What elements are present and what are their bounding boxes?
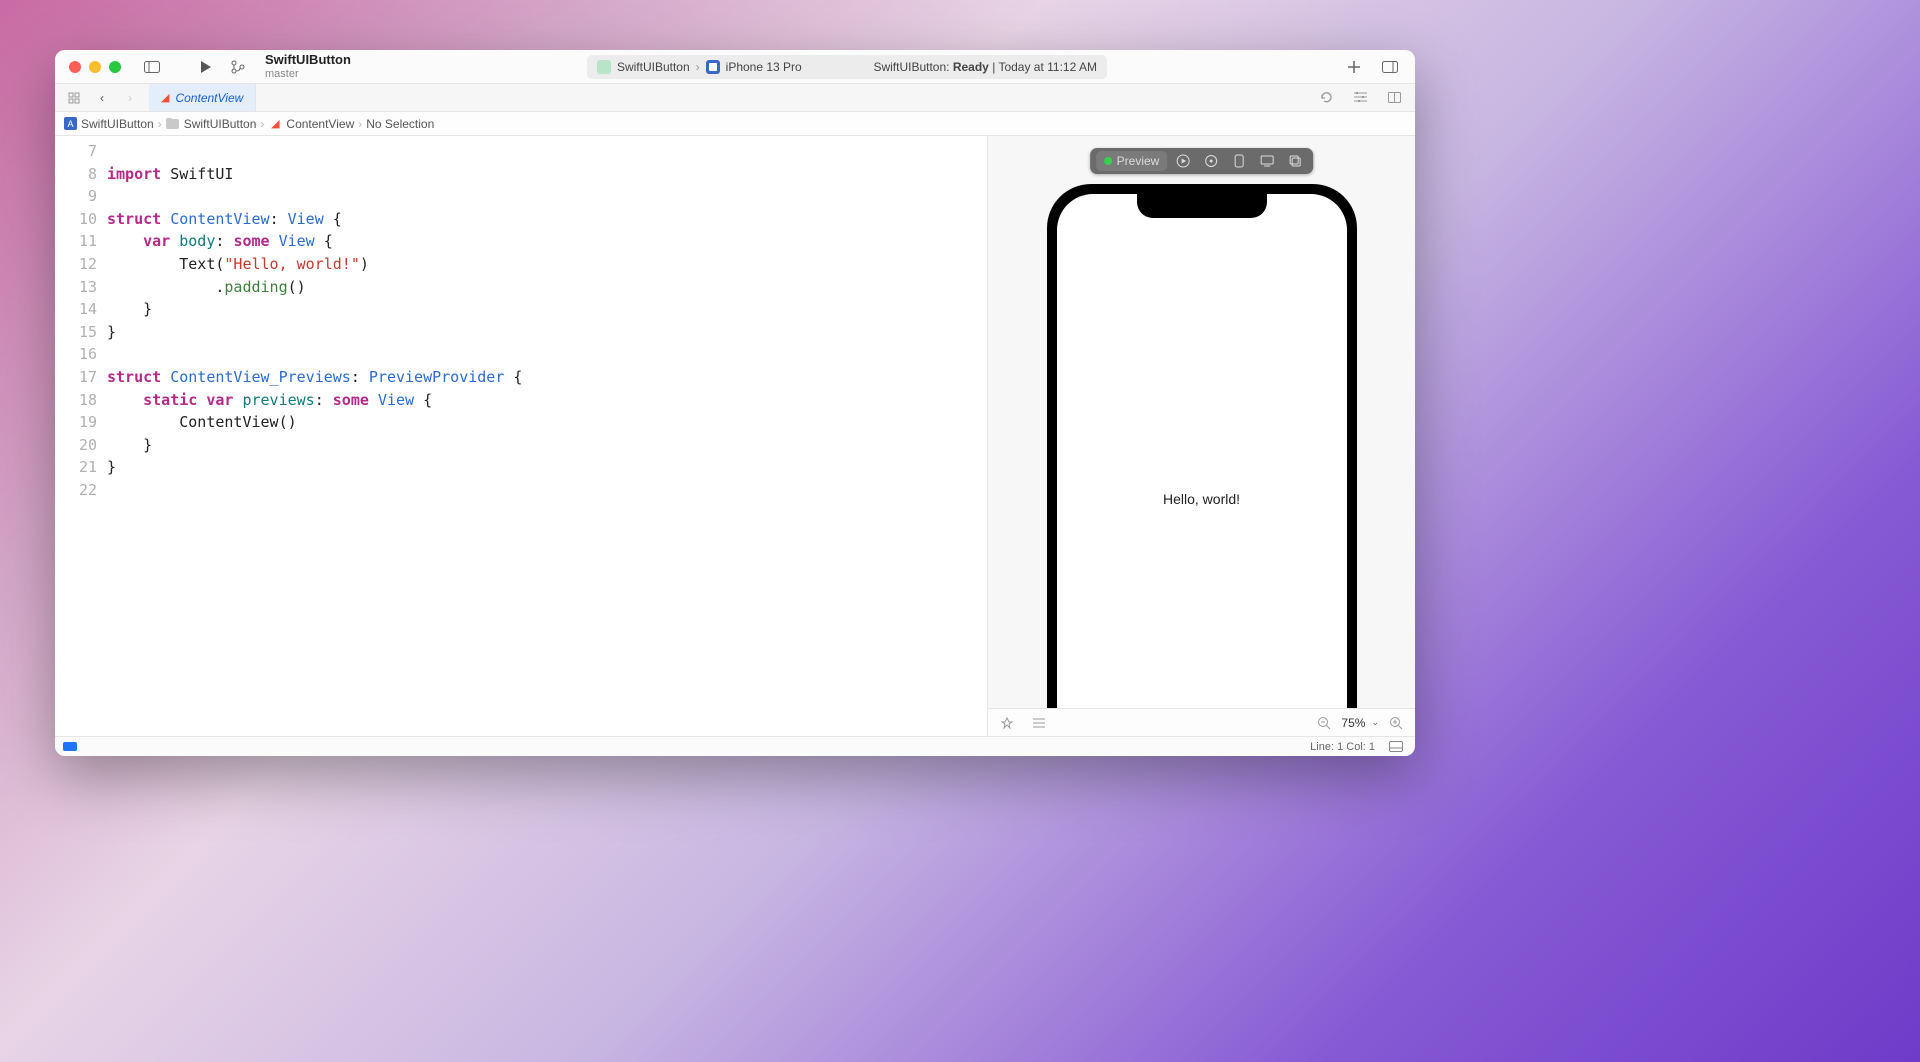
canvas-footer: 75% ⌄ [988,708,1415,736]
chevron-icon: › [358,117,362,131]
minimize-window-button[interactable] [89,61,101,73]
project-branch: master [265,68,351,80]
nav-forward-button[interactable]: › [119,87,141,109]
toggle-debug-area-button[interactable] [1385,736,1407,757]
live-preview-button[interactable] [1171,151,1195,171]
cursor-position: Line: 1 Col: 1 [1310,741,1375,753]
preview-settings-button[interactable] [1199,151,1223,171]
simulator-screen[interactable]: Hello, world! [1057,194,1347,708]
related-items-icon[interactable] [63,87,85,109]
preview-list-button[interactable] [1028,712,1050,734]
folder-icon [166,117,180,131]
close-window-button[interactable] [69,61,81,73]
breadcrumb-file: ContentView [286,117,354,131]
run-button[interactable] [195,56,217,78]
zoom-out-button[interactable] [1313,712,1335,734]
add-editor-icon[interactable] [1383,87,1405,109]
zoom-menu-chevron-icon[interactable]: ⌄ [1371,717,1379,728]
chevron-icon: › [158,117,162,131]
toggle-navigator-button[interactable] [141,56,163,78]
project-title: SwiftUIButton [265,53,351,67]
source-control-button[interactable] [227,56,249,78]
canvas-pane: Preview [987,136,1415,736]
breadcrumb-project: SwiftUIButton [81,117,154,131]
chevron-icon: › [260,117,264,131]
chevron-right-icon: › [696,60,700,74]
tab-contentview[interactable]: ◢ ContentView [149,84,256,111]
svg-text:A: A [67,119,73,129]
status-bar: Line: 1 Col: 1 [55,736,1415,756]
zoom-level[interactable]: 75% [1341,716,1365,730]
tab-label: ContentView [175,91,243,105]
refresh-icon[interactable] [1315,87,1337,109]
live-indicator-icon [1104,157,1112,165]
scheme-status-bar[interactable]: SwiftUIButton › iPhone 13 Pro SwiftUIBut… [587,55,1107,79]
code-area[interactable]: import SwiftUI struct ContentView: View … [107,136,987,736]
preview-toolbar: Preview [1090,148,1314,174]
duplicate-preview-button[interactable] [1283,151,1307,171]
source-editor[interactable]: 78910111213141516171819202122 import Swi… [55,136,987,736]
simulator-frame: Hello, world! [1047,184,1357,708]
zoom-in-button[interactable] [1385,712,1407,734]
tab-bar: ‹ › ◢ ContentView [55,84,1415,112]
main-split: 78910111213141516171819202122 import Swi… [55,136,1415,736]
scheme-target: SwiftUIButton [617,60,690,74]
preview-on-device-button[interactable] [1255,151,1279,171]
zoom-window-button[interactable] [109,61,121,73]
app-icon [597,60,611,74]
line-gutter: 78910111213141516171819202122 [55,136,107,736]
pin-preview-button[interactable] [996,712,1018,734]
debug-indicator-icon[interactable] [63,742,77,751]
titlebar: SwiftUIButton master SwiftUIButton › iPh… [55,50,1415,84]
adjust-editor-icon[interactable] [1349,87,1371,109]
build-status: SwiftUIButton: Ready | Today at 11:12 AM [873,60,1097,74]
traffic-lights [69,61,121,73]
project-info[interactable]: SwiftUIButton master [265,53,351,79]
library-button[interactable] [1343,56,1365,78]
device-notch [1137,194,1267,218]
jump-bar[interactable]: A SwiftUIButton › SwiftUIButton › ◢ Cont… [55,112,1415,136]
preview-content-text: Hello, world! [1163,491,1240,507]
preview-label: Preview [1117,154,1160,168]
preview-status-pill[interactable]: Preview [1096,151,1168,171]
toggle-inspector-button[interactable] [1379,56,1401,78]
swift-file-icon: ◢ [161,91,169,104]
nav-back-button[interactable]: ‹ [91,87,113,109]
breadcrumb-group: SwiftUIButton [184,117,257,131]
xcode-window: SwiftUIButton master SwiftUIButton › iPh… [55,50,1415,756]
swift-file-icon: ◢ [268,117,282,131]
breadcrumb-selection: No Selection [366,117,434,131]
project-icon: A [63,117,77,131]
scheme-device: iPhone 13 Pro [726,60,802,74]
simulator-icon [706,60,720,74]
preview-device-button[interactable] [1227,151,1251,171]
